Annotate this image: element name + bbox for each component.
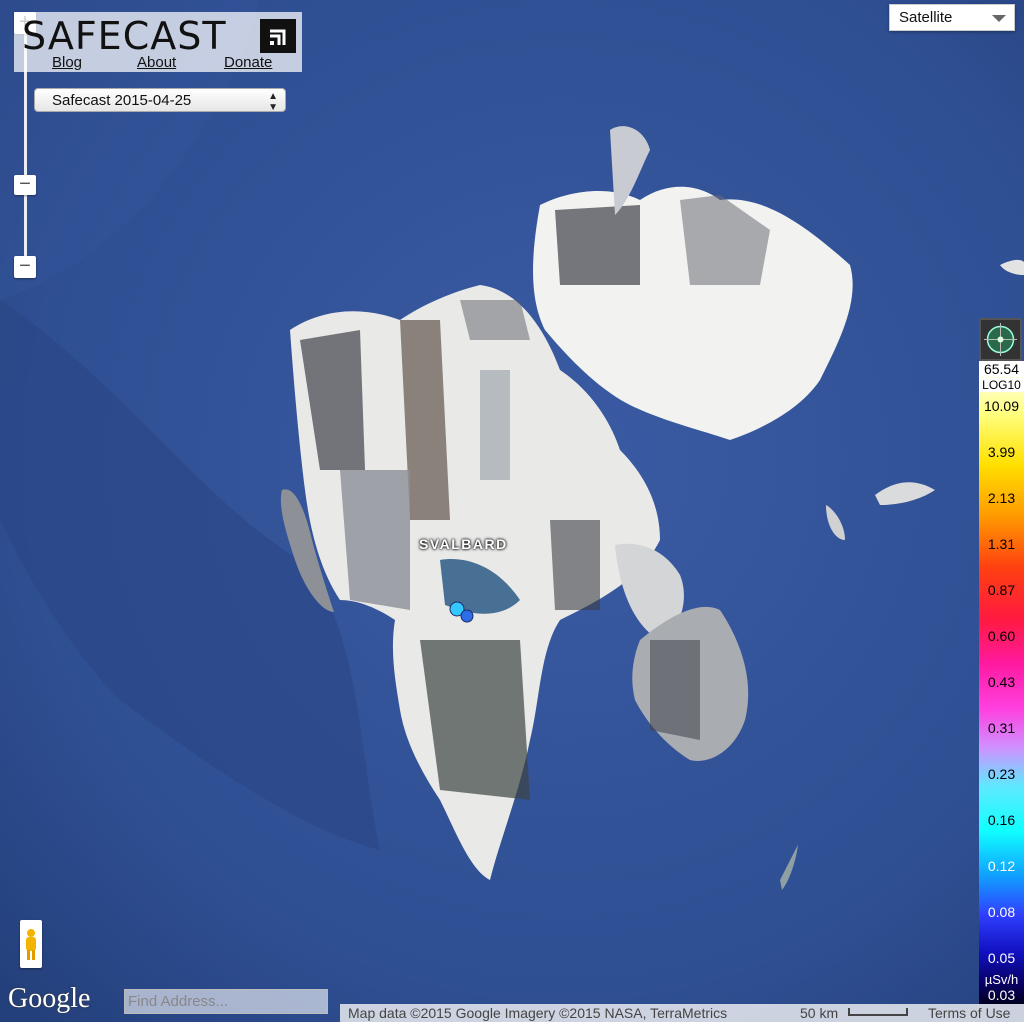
logo-panel: SAFECAST Blog About Donate xyxy=(14,12,302,72)
place-label: SVALBARD xyxy=(419,536,508,552)
select-arrows-icon: ▲ ▼ xyxy=(268,91,278,113)
legend-tick-label: 0.12 xyxy=(987,858,1016,874)
blog-link[interactable]: Blog xyxy=(52,54,82,71)
zoom-slider-handle[interactable]: − xyxy=(14,174,36,195)
legend-tick-label: 0.05 xyxy=(987,950,1016,966)
legend-toggle-icon[interactable] xyxy=(979,318,1022,361)
google-logo: Google xyxy=(8,983,91,1014)
rss-feed-icon[interactable] xyxy=(260,19,296,53)
legend-tick-label: 2.13 xyxy=(987,490,1016,506)
find-address-input[interactable]: Find Address... xyxy=(124,989,328,1014)
measurement-point[interactable] xyxy=(460,609,474,623)
satellite-map[interactable] xyxy=(0,0,1024,1022)
legend-tick-label: 3.99 xyxy=(987,444,1016,460)
zoom-out-button[interactable]: − xyxy=(14,256,36,278)
scale-label: 50 km xyxy=(800,1005,839,1021)
scale-bar xyxy=(848,1008,908,1016)
safecast-logo: SAFECAST xyxy=(22,14,227,58)
map-attribution: Map data ©2015 Google Imagery ©2015 NASA… xyxy=(340,1004,1024,1022)
layer-select[interactable]: Safecast 2015-04-25 ▲ ▼ xyxy=(34,88,286,113)
legend-unit: µSv/h xyxy=(984,972,1019,987)
legend-tick-label: 0.60 xyxy=(987,628,1016,644)
map-type-dropdown[interactable]: Satellite xyxy=(889,4,1015,31)
about-link[interactable]: About xyxy=(137,54,176,71)
legend-tick-label: 1.31 xyxy=(987,536,1016,552)
street-view-pegman-icon[interactable] xyxy=(20,920,42,968)
legend-max: 65.54 xyxy=(979,361,1024,377)
terms-of-use-link[interactable]: Terms of Use xyxy=(928,1004,1010,1022)
map-type-value: Satellite xyxy=(899,9,953,26)
legend-tick-label: 0.31 xyxy=(987,720,1016,736)
layer-select-value: Safecast 2015-04-25 xyxy=(52,92,192,109)
chevron-down-icon xyxy=(992,15,1006,22)
legend-tick-label: 0.08 xyxy=(987,904,1016,920)
legend-scale-type: LOG10 xyxy=(979,378,1024,392)
legend-min: 0.03 xyxy=(987,987,1016,1003)
donate-link[interactable]: Donate xyxy=(224,54,272,71)
map-data-attribution[interactable]: Map data ©2015 Google Imagery ©2015 NASA… xyxy=(348,1004,727,1022)
legend-tick-label: 0.23 xyxy=(987,766,1016,782)
legend-tick-label: 0.87 xyxy=(987,582,1016,598)
legend-tick-label: 10.09 xyxy=(983,398,1020,414)
legend-tick-label: 0.43 xyxy=(987,674,1016,690)
legend-tick-label: 0.16 xyxy=(987,812,1016,828)
